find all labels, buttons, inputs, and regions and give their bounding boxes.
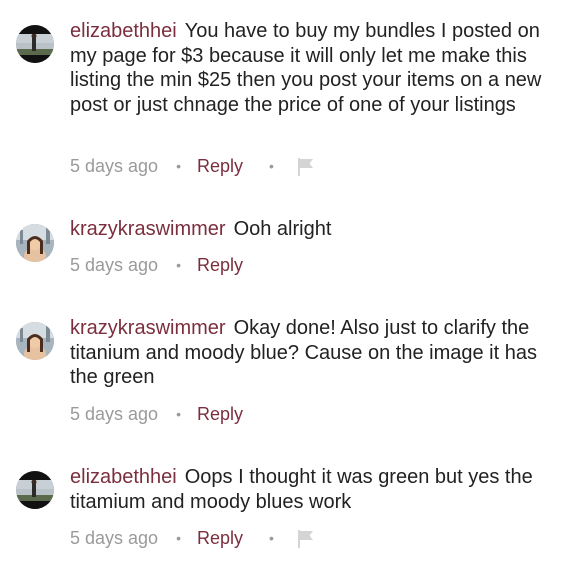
separator-dot: •: [176, 158, 181, 174]
comment-timestamp: 5 days ago: [70, 527, 159, 548]
flag-icon[interactable]: [296, 527, 316, 549]
comment-text-block: elizabethhei Oops I thought it was green …: [70, 465, 570, 514]
comment-username[interactable]: elizabethhei: [70, 20, 177, 42]
reply-button[interactable]: Reply: [197, 528, 243, 549]
separator-dot: •: [176, 406, 181, 422]
avatar[interactable]: [16, 224, 54, 262]
comment-username[interactable]: krazykraswimmer: [70, 218, 226, 240]
comment-username[interactable]: krazykraswimmer: [70, 317, 226, 339]
comment-meta: 5 days ago • Reply: [70, 253, 243, 277]
separator-dot: •: [176, 530, 181, 546]
comment-username[interactable]: elizabethhei: [70, 466, 177, 488]
avatar[interactable]: [16, 471, 54, 509]
avatar[interactable]: [16, 25, 54, 63]
comment-timestamp: 5 days ago: [70, 403, 159, 424]
reply-button[interactable]: Reply: [197, 255, 243, 276]
comment-meta: 5 days ago • Reply •: [70, 526, 316, 550]
reply-button[interactable]: Reply: [197, 404, 243, 425]
comment-meta: 5 days ago • Reply: [70, 402, 243, 426]
comment-text-block: elizabethhei You have to buy my bundles I…: [70, 19, 570, 117]
separator-dot: •: [269, 530, 274, 546]
comment-timestamp: 5 days ago: [70, 155, 159, 176]
separator-dot: •: [176, 257, 181, 273]
comment-body: Ooh alright: [233, 218, 332, 240]
comment-meta: 5 days ago • Reply •: [70, 154, 316, 178]
comment-text-block: krazykraswimmer Ooh alright: [70, 217, 570, 242]
flag-icon[interactable]: [296, 155, 316, 177]
comment-text-block: krazykraswimmer Okay done! Also just to c…: [70, 316, 570, 390]
avatar[interactable]: [16, 322, 54, 360]
comment-timestamp: 5 days ago: [70, 254, 159, 275]
reply-button[interactable]: Reply: [197, 156, 243, 177]
separator-dot: •: [269, 158, 274, 174]
